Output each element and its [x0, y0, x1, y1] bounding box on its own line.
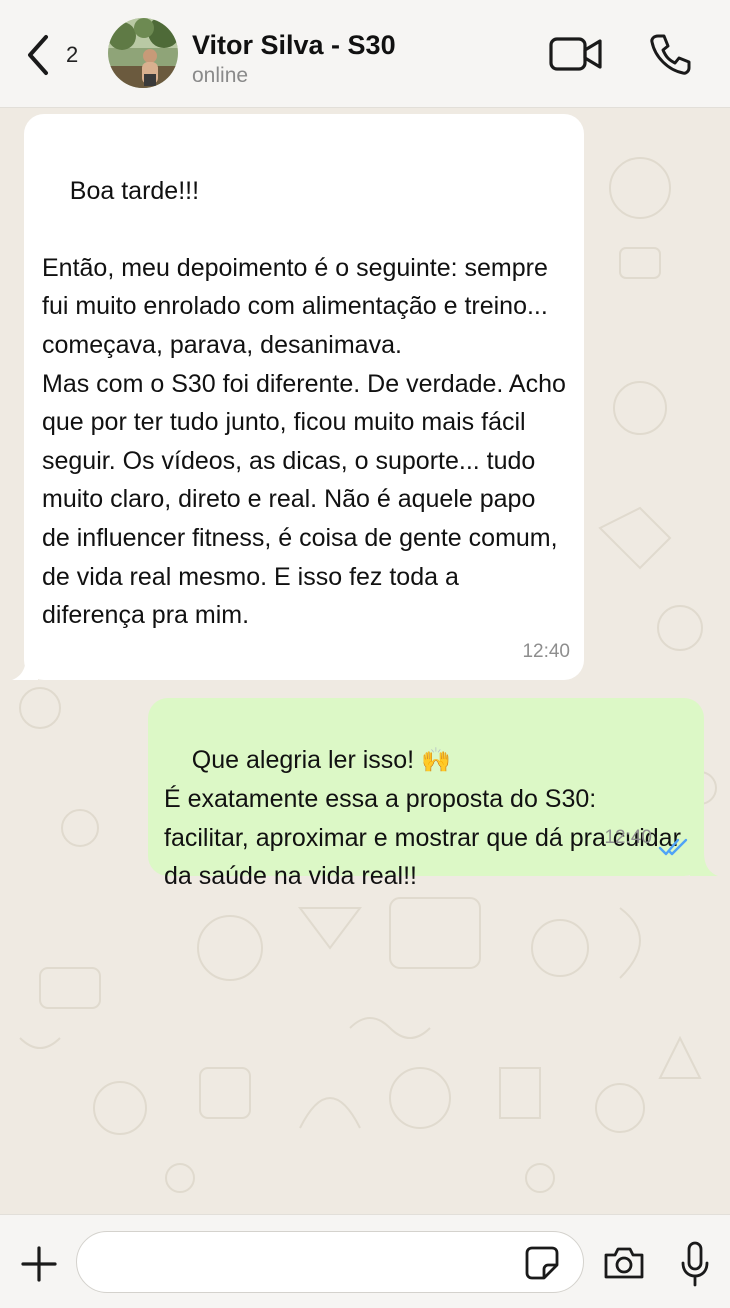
message-time: 12:40	[604, 827, 652, 849]
phone-icon[interactable]	[648, 32, 692, 76]
plus-icon[interactable]	[20, 1245, 58, 1283]
camera-icon[interactable]	[602, 1245, 646, 1281]
avatar[interactable]	[108, 18, 178, 88]
contact-status: online	[192, 64, 249, 87]
back-button[interactable]: 2	[24, 32, 96, 78]
microphone-icon[interactable]	[680, 1241, 710, 1287]
raising-hands-emoji: 🙌	[421, 746, 451, 774]
message-time: 12:40	[522, 641, 570, 663]
message-input[interactable]	[76, 1231, 584, 1293]
outgoing-message[interactable]: Que alegria ler isso! 🙌 É exatamente ess…	[148, 698, 704, 890]
contact-name[interactable]: Vitor Silva - S30	[192, 30, 396, 61]
message-text-line1: Que alegria ler isso!	[191, 745, 422, 774]
read-ticks-icon	[658, 838, 688, 856]
chat-header: 2 Vitor Silva - S30 online	[0, 0, 730, 108]
sticker-icon[interactable]	[524, 1245, 560, 1281]
message-text: Boa tarde!!! Então, meu depoimento é o s…	[42, 176, 566, 630]
avatar-image	[108, 18, 178, 88]
input-bar	[0, 1214, 730, 1308]
chevron-left-icon	[28, 35, 48, 75]
unread-count: 2	[66, 42, 79, 67]
chat-area[interactable]: Boa tarde!!! Então, meu depoimento é o s…	[0, 108, 730, 1214]
video-call-icon[interactable]	[548, 34, 604, 74]
incoming-message[interactable]: Boa tarde!!! Então, meu depoimento é o s…	[24, 114, 584, 680]
